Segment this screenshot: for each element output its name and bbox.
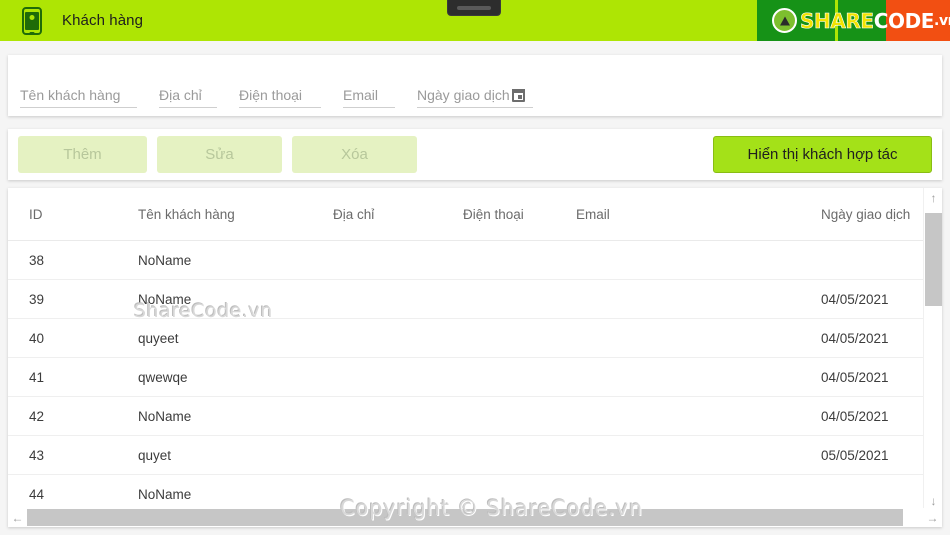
cell-id: 40	[29, 330, 45, 346]
app-header: Khách hàng SHARECODE.vn	[0, 0, 950, 41]
action-toolbar: Thêm Sửa Xóa Hiển thị khách hợp tác	[8, 129, 942, 180]
search-input-dia-chi-placeholder: Địa chỉ	[159, 87, 202, 103]
horizontal-scroll-thumb[interactable]	[27, 509, 903, 526]
column-header-name[interactable]: Tên khách hàng	[138, 207, 333, 222]
search-input-email-placeholder: Email	[343, 87, 379, 103]
mobile-phone-icon	[22, 6, 42, 35]
cell-id: 38	[29, 252, 45, 268]
delete-button[interactable]: Xóa	[292, 136, 417, 173]
logo-text-vn: .vn	[934, 12, 950, 29]
scroll-right-arrow-icon[interactable]: →	[923, 508, 942, 527]
vertical-scroll-track[interactable]	[924, 207, 943, 491]
show-partner-customers-button[interactable]: Hiển thị khách hợp tác	[713, 136, 932, 173]
cell-name: NoName	[138, 486, 192, 502]
vertical-scrollbar[interactable]: ↑ ↓	[923, 188, 942, 510]
table-body: 38 NoName 39 NoName 04/05/2021 40 quyeet	[8, 241, 942, 514]
logo-text-share: SHARE	[800, 8, 875, 33]
vertical-scroll-thumb[interactable]	[925, 213, 942, 306]
filter-panel: Tên khách hàng Địa chỉ Điện thoại Email …	[8, 55, 942, 116]
cell-id: 39	[29, 291, 45, 307]
horizontal-scrollbar[interactable]: ← →	[8, 508, 942, 527]
table-row[interactable]: 39 NoName 04/05/2021	[8, 280, 942, 319]
search-input-ngay-giao-dich[interactable]: Ngày giao dịch	[417, 87, 533, 108]
cell-name: NoName	[138, 252, 192, 268]
table-row[interactable]: 43 quyet 05/05/2021	[8, 436, 942, 475]
recycle-icon	[772, 8, 797, 33]
calendar-icon[interactable]	[511, 88, 525, 102]
edit-button[interactable]: Sửa	[157, 136, 282, 173]
logo-text-code: CODE	[873, 8, 935, 33]
cell-id: 43	[29, 447, 45, 463]
add-button[interactable]: Thêm	[18, 136, 147, 173]
table-row[interactable]: 42 NoName 04/05/2021	[8, 397, 942, 436]
search-input-dia-chi[interactable]: Địa chỉ	[159, 87, 217, 108]
device-speaker-icon	[447, 0, 501, 16]
app-window: Khách hàng SHARECODE.vn Tên khách hàng Đ…	[0, 0, 950, 535]
column-header-phone[interactable]: Điện thoại	[463, 207, 576, 222]
column-header-id[interactable]: ID	[16, 207, 138, 222]
logo-wordmark: SHARECODE.vn	[757, 0, 950, 41]
cell-name: NoName	[138, 408, 192, 424]
search-input-dien-thoai[interactable]: Điện thoại	[239, 87, 321, 108]
cell-id: 41	[29, 369, 45, 385]
cell-name: NoName	[138, 291, 192, 307]
cell-id: 44	[29, 486, 45, 502]
search-input-dien-thoai-placeholder: Điện thoại	[239, 87, 303, 103]
app-header-left: Khách hàng	[0, 6, 144, 35]
cell-name: quyet	[138, 447, 172, 463]
scroll-up-arrow-icon[interactable]: ↑	[924, 188, 943, 207]
search-input-ten-khach-hang[interactable]: Tên khách hàng	[20, 87, 137, 108]
sharecode-logo: SHARECODE.vn	[757, 0, 950, 41]
column-header-address[interactable]: Địa chỉ	[333, 207, 463, 222]
table-row[interactable]: 41 qwewqe 04/05/2021	[8, 358, 942, 397]
cell-name: quyeet	[138, 330, 179, 346]
search-input-ngay-giao-dich-placeholder: Ngày giao dịch	[417, 87, 510, 103]
table-row[interactable]: 40 quyeet 04/05/2021	[8, 319, 942, 358]
scroll-left-arrow-icon[interactable]: ←	[8, 508, 27, 527]
table-row[interactable]: 38 NoName	[8, 241, 942, 280]
cell-name: qwewqe	[138, 369, 188, 385]
cell-id: 42	[29, 408, 45, 424]
column-header-email[interactable]: Email	[576, 207, 821, 222]
customers-table: ID Tên khách hàng Địa chỉ Điện thoại Ema…	[8, 188, 942, 527]
search-input-email[interactable]: Email	[343, 87, 395, 108]
search-input-ten-khach-hang-placeholder: Tên khách hàng	[20, 87, 121, 103]
page-title: Khách hàng	[62, 12, 144, 29]
table-header-row: ID Tên khách hàng Địa chỉ Điện thoại Ema…	[8, 188, 942, 241]
